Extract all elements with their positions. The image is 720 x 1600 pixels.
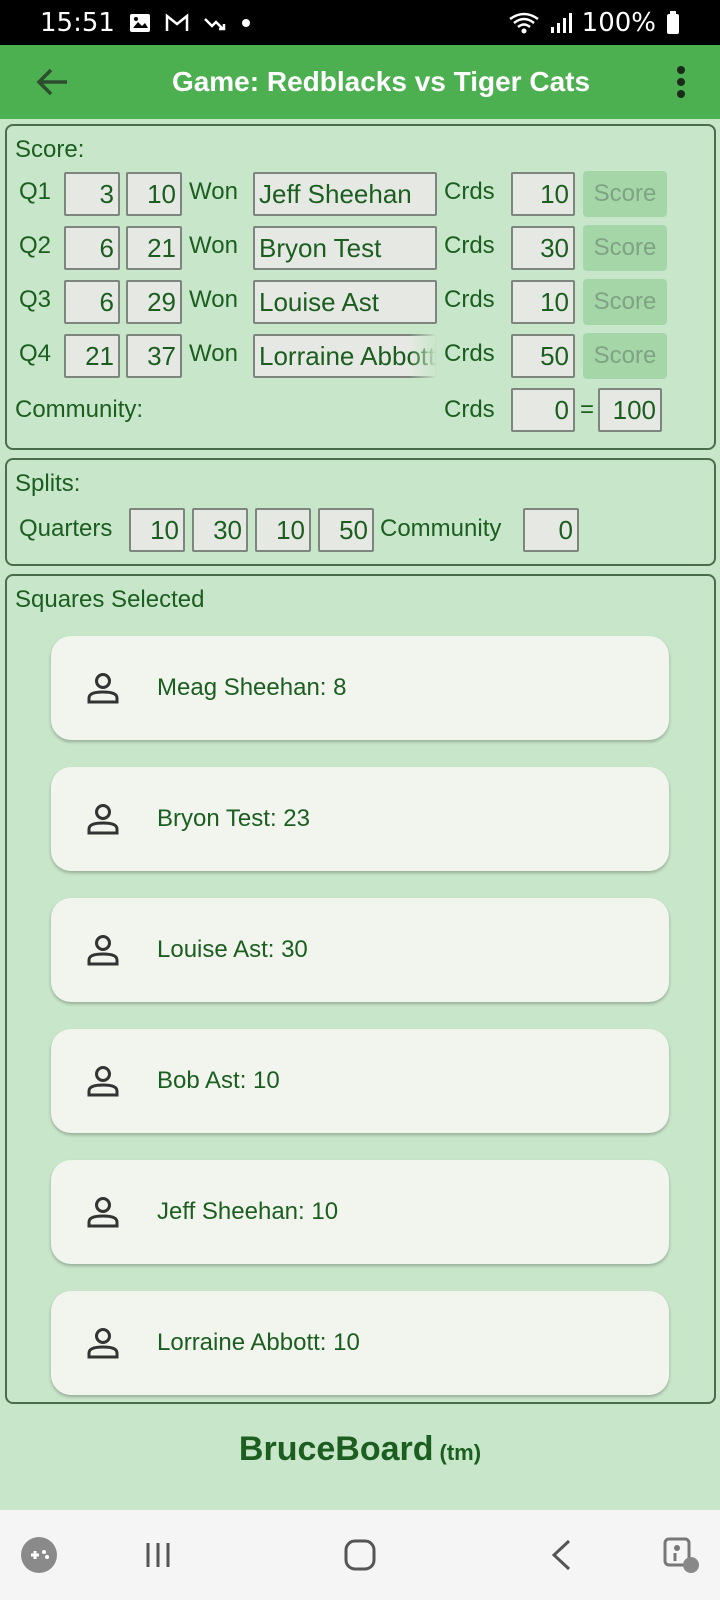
battery-percent: 100% [581,7,656,38]
winner-field[interactable]: Jeff Sheehan [253,172,437,216]
recents-icon[interactable] [133,1530,183,1580]
battery-icon [666,10,680,35]
won-label: Won [189,286,238,313]
split-q3-field[interactable]: 10 [255,508,311,552]
crds-field[interactable]: 30 [511,226,575,270]
crds-label: Crds [444,340,495,367]
score-button[interactable]: Score [583,279,667,325]
score-b-field[interactable]: 21 [126,226,182,270]
score-label: Score: [15,136,85,163]
list-item-label: Jeff Sheehan: 10 [157,1198,339,1225]
back-arrow-icon[interactable] [22,52,82,112]
list-item[interactable]: Jeff Sheehan: 10 [51,1160,669,1264]
game-icon[interactable] [14,1530,64,1580]
crds-label: Crds [444,178,495,205]
system-nav-bar [0,1510,720,1600]
list-item-label: Bryon Test: 23 [157,805,310,832]
quarter-row-q2: Q2 6 21 Won Bryon Test Crds 30 Score [7,225,714,272]
score-a-field[interactable]: 21 [64,334,120,378]
won-label: Won [189,340,238,367]
split-q4-field[interactable]: 50 [318,508,374,552]
split-q1-field[interactable]: 10 [129,508,185,552]
community-row: Community: Crds 0 = 100 [7,388,714,434]
winner-field[interactable]: Louise Ast [253,280,437,324]
split-community-field[interactable]: 0 [523,508,579,552]
community-crds-field[interactable]: 0 [511,388,575,432]
wifi-icon [508,11,540,35]
score-panel: Score: Q1 3 10 Won Jeff Sheehan Crds 10 … [5,124,716,450]
list-item[interactable]: Lorraine Abbott: 10 [51,1291,669,1395]
quarter-label: Q4 [19,340,52,367]
list-item[interactable]: Bryon Test: 23 [51,767,669,871]
trend-icon [203,13,227,33]
quarter-row-q3: Q3 6 29 Won Louise Ast Crds 10 Score [7,279,714,326]
list-item[interactable]: Bob Ast: 10 [51,1029,669,1133]
score-button[interactable]: Score [583,333,667,379]
equals-sign: = [580,396,595,423]
splits-label: Splits: [15,470,81,497]
brand-footer: BruceBoard (tm) [0,1430,720,1469]
winner-field[interactable]: Bryon Test [253,226,437,270]
notification-dot-icon [241,18,251,28]
quarter-label: Q3 [19,286,52,313]
total-field: 100 [598,388,662,432]
quarter-label: Q2 [19,232,52,259]
person-icon [85,1063,121,1099]
home-icon[interactable] [335,1530,385,1580]
score-a-field[interactable]: 6 [64,280,120,324]
crds-label: Crds [444,396,495,423]
community-label: Community [380,515,502,542]
score-b-field[interactable]: 10 [126,172,182,216]
page-title: Game: Redblacks vs Tiger Cats [171,66,591,97]
signal-icon [550,12,572,34]
gmail-icon [165,12,189,33]
won-label: Won [189,232,238,259]
list-item-label: Bob Ast: 10 [157,1067,280,1094]
list-item[interactable]: Meag Sheehan: 8 [51,636,669,740]
crds-field[interactable]: 50 [511,334,575,378]
score-button[interactable]: Score [583,225,667,271]
quarter-row-q4: Q4 21 37 Won Lorraine Abbott Crds 50 Sco… [7,333,714,380]
status-time: 15:51 [40,7,115,38]
squares-label: Squares Selected [15,586,205,613]
quarter-row-q1: Q1 3 10 Won Jeff Sheehan Crds 10 Score [7,171,714,218]
brand-name: BruceBoard [238,1430,434,1468]
score-a-field[interactable]: 3 [64,172,120,216]
winner-field[interactable]: Lorraine Abbott [253,334,437,378]
gallery-icon [129,13,151,33]
won-label: Won [189,178,238,205]
score-button[interactable]: Score [583,171,667,217]
more-vert-icon[interactable] [656,52,706,112]
brand-tm: (tm) [439,1440,482,1465]
score-a-field[interactable]: 6 [64,226,120,270]
list-item-label: Louise Ast: 30 [157,936,308,963]
person-icon [85,1194,121,1230]
quarters-label: Quarters [19,515,113,542]
crds-label: Crds [444,232,495,259]
nav-back-icon[interactable] [536,1530,586,1580]
list-item-label: Meag Sheehan: 8 [157,674,347,701]
app-bar: Game: Redblacks vs Tiger Cats [0,45,720,119]
person-icon [85,1325,121,1361]
squares-panel: Squares Selected Meag Sheehan: 8 Bryon T… [5,574,716,1404]
crds-field[interactable]: 10 [511,172,575,216]
score-b-field[interactable]: 37 [126,334,182,378]
crds-field[interactable]: 10 [511,280,575,324]
score-b-field[interactable]: 29 [126,280,182,324]
crds-label: Crds [444,286,495,313]
list-item[interactable]: Louise Ast: 30 [51,898,669,1002]
status-bar: 15:51 100% [0,0,720,45]
person-icon [85,801,121,837]
quarter-label: Q1 [19,178,52,205]
splits-panel: Splits: Quarters 10 30 10 50 Community 0 [5,458,716,566]
accessibility-icon[interactable] [656,1530,706,1580]
split-q2-field[interactable]: 30 [192,508,248,552]
person-icon [85,932,121,968]
community-label: Community: [15,396,144,423]
list-item-label: Lorraine Abbott: 10 [157,1329,360,1356]
person-icon [85,670,121,706]
